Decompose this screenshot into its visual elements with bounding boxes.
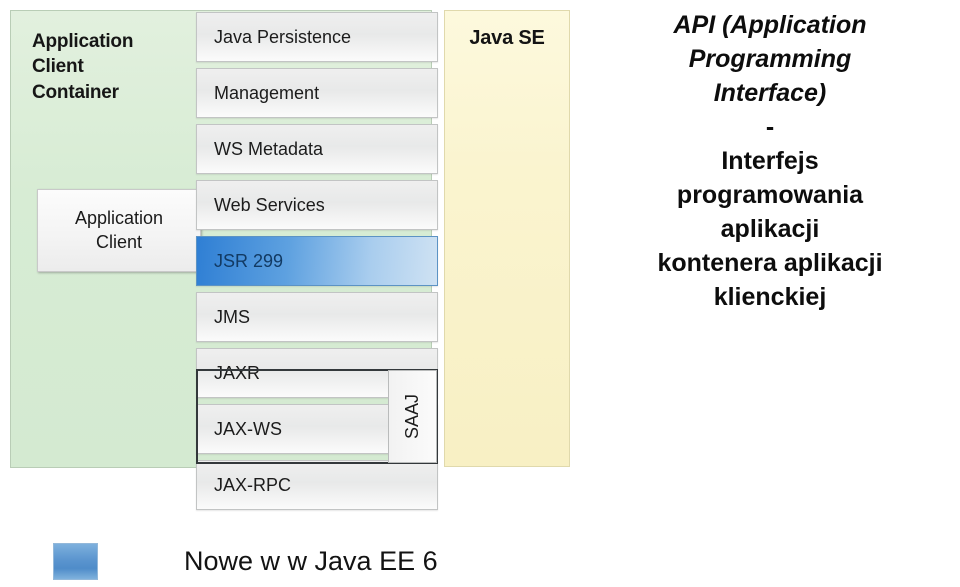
application-client-label-line-0: Application	[74, 208, 164, 229]
api-row: JSR 299	[196, 236, 438, 286]
api-row: JAX-RPC	[196, 460, 438, 510]
application-client-label-line-1: Client	[95, 231, 143, 252]
api-row-label: Java Persistence	[214, 26, 352, 47]
api-row: Java Persistence	[196, 12, 438, 62]
saaj-label: SAAJ	[402, 393, 422, 440]
api-row-label: JMS	[214, 306, 250, 327]
application-client-container-title: Application Client Container	[32, 29, 202, 105]
api-row: JMS	[196, 292, 438, 342]
java-ee-architecture-diagram: Application Client Container Application Cl…	[0, 0, 580, 510]
api-row-label: WS Metadata	[214, 138, 324, 159]
api-row-label: JSR 299	[214, 250, 284, 271]
description-line: Interfejs	[721, 147, 819, 175]
description-line: Programming	[688, 45, 852, 73]
api-row: Web Services	[196, 180, 438, 230]
api-row-label: JAXR	[214, 362, 261, 383]
legend-label: Nowe w w Java EE 6	[184, 546, 438, 576]
description-panel: API (Application Programming Interface) - In…	[580, 8, 960, 314]
saaj-column: SAAJ	[388, 370, 437, 463]
api-row-label: JAX-RPC	[214, 474, 292, 495]
description-line: klienckiej	[713, 283, 827, 311]
description-line: -	[765, 113, 775, 141]
description-line: Interface)	[713, 79, 827, 107]
description-line: kontenera aplikacji	[657, 249, 883, 277]
java-se-title: Java SE	[469, 27, 545, 49]
application-client-container-title-line-2: Container	[32, 81, 119, 103]
application-client-label: Application Client	[75, 207, 163, 253]
application-client-box: Application Client	[37, 189, 201, 272]
slide-footer: Nowe w w Java EE 6	[0, 540, 960, 587]
api-row: Management	[196, 68, 438, 118]
application-client-container-title-line-0: Application	[32, 31, 134, 52]
java-se-panel: Java SE	[444, 10, 570, 467]
api-row-label: Web Services	[214, 194, 325, 215]
legend-swatch-icon	[53, 543, 98, 580]
api-row-label: JAX-WS	[214, 418, 283, 439]
api-row-label: Management	[214, 82, 320, 103]
api-row: WS Metadata	[196, 124, 438, 174]
application-client-container-title-line-1: Client	[32, 56, 84, 78]
description-line: aplikacji	[720, 215, 820, 243]
description-line: programowania	[676, 181, 864, 209]
description-line: API (Application	[673, 11, 867, 39]
